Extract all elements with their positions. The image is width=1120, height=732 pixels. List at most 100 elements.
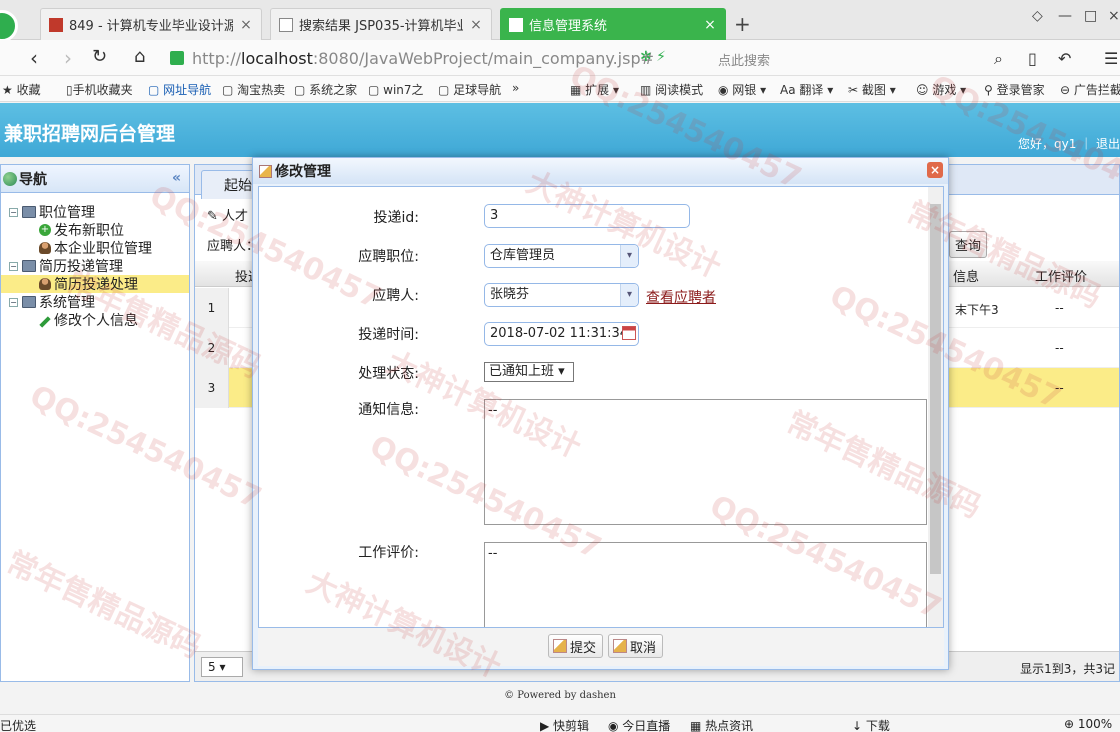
menu-icon[interactable]: ☰ — [1104, 49, 1118, 68]
bookmark-nav[interactable]: ▢ 网址导航 — [148, 81, 211, 98]
pager-info: 显示1到3，共3记 — [1020, 662, 1115, 676]
status-select[interactable]: 已通知上班 ▾ — [484, 362, 574, 382]
bookmark-xitong[interactable]: ▢ 系统之家 — [294, 81, 357, 98]
sidebar-header: 导航 « — [1, 165, 189, 193]
browser-tab-2[interactable]: 搜索结果 JSP035-计算机毕业设计 × — [270, 8, 492, 40]
search-icon[interactable]: ⌕ — [994, 49, 1003, 69]
maximize-icon[interactable]: □ — [1084, 8, 1097, 24]
eval-label: 工作评价: — [358, 545, 419, 561]
computer-icon — [22, 206, 36, 218]
tree-node-resume-manage[interactable]: − 简历投递管理 — [1, 257, 189, 275]
bookmark-mobile[interactable]: ▯手机收藏夹 — [66, 81, 133, 98]
collapse-icon[interactable]: « — [172, 170, 181, 186]
undo-icon[interactable]: ↶ — [1058, 49, 1071, 68]
tree-node-resume-process[interactable]: 简历投递处理 — [1, 275, 189, 293]
add-icon: + — [39, 224, 51, 236]
skin-icon[interactable]: ◇ — [1032, 8, 1043, 24]
close-tab-icon[interactable]: × — [469, 17, 483, 33]
row-eval: -- — [1055, 341, 1064, 355]
forward-icon[interactable]: › — [64, 46, 72, 70]
computer-icon — [22, 296, 36, 308]
search-input[interactable]: 点此搜索 — [718, 50, 770, 69]
ext-translate[interactable]: Aa 翻译 ▾ — [780, 81, 833, 98]
row-number: 1 — [195, 288, 229, 328]
close-icon[interactable]: × — [927, 162, 943, 178]
back-icon[interactable]: ‹ — [30, 46, 38, 70]
position-combobox[interactable]: 仓库管理员 ▾ — [484, 244, 639, 268]
site-favicon-icon — [49, 17, 63, 32]
dialog-header: 修改管理 × — [253, 158, 948, 184]
applicant-combobox[interactable]: 张晓芬 ▾ — [484, 283, 639, 307]
ext-extend[interactable]: ▦ 扩展 ▾ — [570, 81, 619, 98]
bookmark-favorites[interactable]: ★ 收藏 — [2, 81, 41, 98]
phone-icon[interactable]: ▯ — [1028, 49, 1037, 68]
row-eval: -- — [1055, 301, 1064, 315]
status-news[interactable]: ▦ 热点资讯 — [690, 717, 753, 732]
chevron-down-icon[interactable]: ▾ — [620, 245, 638, 267]
browser-status-bar: 已优选 ▶ 快剪辑 ◉ 今日直播 ▦ 热点资讯 ↓ 下载 ⊕ 100% — [0, 714, 1120, 732]
tree-node-publish-job[interactable]: + 发布新职位 — [1, 221, 189, 239]
column-header[interactable]: 信息 — [953, 266, 979, 285]
minimize-icon[interactable]: — — [1058, 8, 1072, 24]
chevron-down-icon[interactable]: ▾ — [620, 284, 638, 306]
scrollbar-thumb[interactable] — [930, 204, 941, 574]
bookmark-football[interactable]: ▢ 足球导航 — [438, 81, 501, 98]
nav-tree: − 职位管理 + 发布新职位 本企业职位管理 − 简历投递管理 简历投递处理 −… — [1, 193, 189, 329]
browser-tab-active[interactable]: 信息管理系统 × — [500, 8, 726, 40]
notice-textarea[interactable]: -- — [484, 399, 927, 525]
user-greeting[interactable]: 您好，qy1 ｜ 退出 — [1018, 135, 1120, 152]
ext-login[interactable]: ⚲ 登录管家 — [984, 81, 1045, 98]
collapse-node-icon[interactable]: − — [9, 297, 18, 307]
view-applicant-link[interactable]: 查看应聘者 — [646, 287, 716, 307]
tree-node-system-manage[interactable]: − 系统管理 — [1, 293, 189, 311]
submit-button[interactable]: 提交 — [548, 634, 604, 658]
page-size-select[interactable]: 5 ▾ — [201, 657, 243, 677]
cancel-button[interactable]: 取消 — [608, 634, 664, 658]
column-header[interactable]: 工作评价 — [1035, 266, 1087, 285]
tree-node-company-jobs[interactable]: 本企业职位管理 — [1, 239, 189, 257]
delivery-time-input[interactable]: 2018-07-02 11:31:34 — [484, 322, 639, 346]
browser-tab-1[interactable]: 849 - 计算机专业毕业设计源码网 × — [40, 8, 262, 40]
tree-node-edit-profile[interactable]: 修改个人信息 — [1, 311, 189, 329]
edit-dialog: 修改管理 × 投递id: 3 应聘职位: 仓库管理员 ▾ 应聘人: 张晓芬 ▾ … — [252, 157, 949, 670]
bookmark-more[interactable]: » — [512, 81, 519, 95]
status-download[interactable]: ↓ 下载 — [852, 717, 890, 732]
eval-textarea[interactable]: -- — [484, 542, 927, 627]
delivery-id-input[interactable]: 3 — [484, 204, 690, 228]
bookmark-taobao[interactable]: ▢ 淘宝热卖 — [222, 81, 285, 98]
status-live[interactable]: ◉ 今日直播 — [608, 717, 670, 732]
dialog-title: 修改管理 — [275, 164, 331, 180]
home-icon[interactable]: ⌂ — [134, 46, 145, 67]
edit-icon — [553, 639, 567, 653]
dialog-scrollbar[interactable] — [928, 187, 943, 627]
bookmark-win7[interactable]: ▢ win7之 — [368, 81, 424, 98]
tree-node-job-manage[interactable]: − 职位管理 — [1, 203, 189, 221]
calendar-icon[interactable] — [622, 326, 636, 340]
grid-toolbar[interactable]: ✎ 人才 — [207, 205, 248, 224]
ext-screenshot[interactable]: ✂ 截图 ▾ — [848, 81, 896, 98]
url-input[interactable]: http://localhost:8080/JavaWebProject/mai… — [170, 44, 710, 72]
collapse-node-icon[interactable]: − — [9, 261, 18, 271]
status-optimized[interactable]: 已优选 — [0, 717, 36, 732]
ext-adblock[interactable]: ⊖ 广告拦截 — [1060, 81, 1120, 98]
app-header: 兼职招聘网后台管理 您好，qy1 ｜ 退出 — [0, 103, 1120, 157]
query-button[interactable]: 查询 — [949, 231, 988, 258]
position-label: 应聘职位: — [358, 249, 419, 265]
ext-bank[interactable]: ◉ 网银 ▾ — [718, 81, 766, 98]
new-tab-icon[interactable]: + — [734, 12, 751, 36]
close-window-icon[interactable]: × — [1108, 8, 1120, 24]
status-quickclip[interactable]: ▶ 快剪辑 — [540, 717, 589, 732]
status-zoom[interactable]: ⊕ 100% — [1064, 717, 1112, 731]
row-eval: -- — [1055, 381, 1064, 395]
bookmarks-bar: ★ 收藏 ▯手机收藏夹 ▢ 网址导航 ▢ 淘宝热卖 ▢ 系统之家 ▢ win7之… — [0, 76, 1120, 102]
dialog-form: 投递id: 3 应聘职位: 仓库管理员 ▾ 应聘人: 张晓芬 ▾ 查看应聘者 投… — [258, 186, 944, 628]
row-info: 末下午3 — [955, 303, 999, 317]
collapse-node-icon[interactable]: − — [9, 207, 18, 217]
ext-game[interactable]: ☺ 游戏 ▾ — [916, 81, 966, 98]
speed-icon[interactable]: ✲ ⚡ — [640, 49, 666, 65]
reload-icon[interactable]: ↻ — [92, 46, 107, 67]
ext-reader[interactable]: ▥ 阅读模式 — [640, 81, 703, 98]
close-tab-icon[interactable]: × — [239, 17, 253, 33]
close-tab-icon[interactable]: × — [703, 17, 717, 33]
delivery-time-label: 投递时间: — [358, 327, 419, 343]
